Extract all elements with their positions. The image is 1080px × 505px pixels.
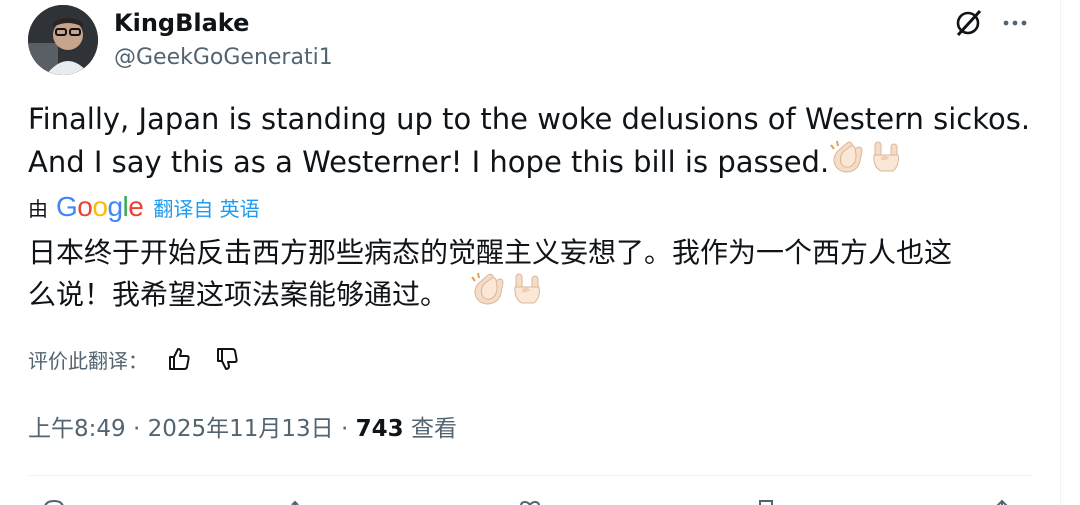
column-border bbox=[1060, 0, 1061, 505]
thumbs-up-icon bbox=[169, 348, 190, 370]
translated-text: 日本终于开始反击西方那些病态的觉醒主义妄想了。我作为一个西方人也这 么说！我希望… bbox=[28, 232, 1038, 316]
reply-button[interactable] bbox=[42, 498, 66, 505]
meta-separator: · bbox=[132, 416, 141, 442]
avatar-image bbox=[28, 5, 98, 75]
share-icon bbox=[996, 499, 1008, 505]
views-count: 743 bbox=[355, 416, 404, 442]
translated-by-label: 由 bbox=[28, 196, 48, 221]
like-button[interactable] bbox=[518, 498, 542, 505]
grok-button[interactable] bbox=[948, 6, 988, 40]
more-icon bbox=[1003, 20, 1027, 26]
reply-icon bbox=[44, 499, 64, 505]
tweet-date[interactable]: 2025年11月13日 bbox=[148, 416, 334, 442]
grok-icon bbox=[956, 9, 982, 37]
tweet-line-with-emoji: And I say this as a Westerner! I hope th… bbox=[28, 139, 1028, 187]
rate-translation-label: 评价此翻译： bbox=[28, 348, 148, 373]
bookmark-icon bbox=[759, 500, 773, 505]
share-button[interactable] bbox=[990, 498, 1014, 505]
repost-icon bbox=[291, 500, 299, 505]
tweet-line: Finally, Japan is standing up to the wok… bbox=[28, 102, 1031, 136]
translated-from-link[interactable]: 翻译自 英语 bbox=[153, 193, 259, 222]
author-handle[interactable]: @GeekGoGenerati1 bbox=[114, 44, 333, 72]
tweet-text: Finally, Japan is standing up to the wok… bbox=[28, 98, 1031, 187]
rate-translation: 评价此翻译： bbox=[28, 342, 244, 376]
translation-attribution: 由 Google 翻译自 英语 bbox=[28, 190, 260, 224]
sign-of-horns-emoji bbox=[867, 139, 903, 187]
divider bbox=[28, 475, 1032, 476]
heart-icon bbox=[520, 500, 540, 505]
more-button[interactable] bbox=[995, 6, 1035, 40]
translated-line-with-emoji: 么说！我希望这项法案能够通过。 bbox=[28, 271, 1038, 319]
avatar[interactable] bbox=[28, 5, 98, 75]
clapping-hands-emoji bbox=[829, 139, 867, 187]
bookmark-button[interactable] bbox=[754, 498, 778, 505]
google-logo: Google bbox=[56, 191, 144, 222]
views-label: 查看 bbox=[410, 416, 457, 442]
tweet-line: And I say this as a Westerner! I hope th… bbox=[28, 145, 830, 179]
action-bar bbox=[28, 490, 1032, 505]
thumbs-down-button[interactable] bbox=[210, 342, 244, 376]
thumbs-up-button[interactable] bbox=[162, 342, 196, 376]
author-name[interactable]: KingBlake bbox=[114, 8, 249, 38]
repost-button[interactable] bbox=[290, 498, 314, 505]
sign-of-horns-emoji bbox=[508, 271, 544, 319]
meta-separator: · bbox=[340, 416, 349, 442]
thumbs-down-icon bbox=[217, 348, 238, 370]
clapping-hands-emoji bbox=[470, 271, 508, 319]
tweet-meta: 上午8:49 · 2025年11月13日 · 743 查看 bbox=[28, 411, 457, 447]
translated-line: 日本终于开始反击西方那些病态的觉醒主义妄想了。我作为一个西方人也这 bbox=[28, 236, 953, 269]
translated-line: 么说！我希望这项法案能够通过。 bbox=[28, 278, 449, 311]
tweet-time[interactable]: 上午8:49 bbox=[28, 416, 126, 442]
